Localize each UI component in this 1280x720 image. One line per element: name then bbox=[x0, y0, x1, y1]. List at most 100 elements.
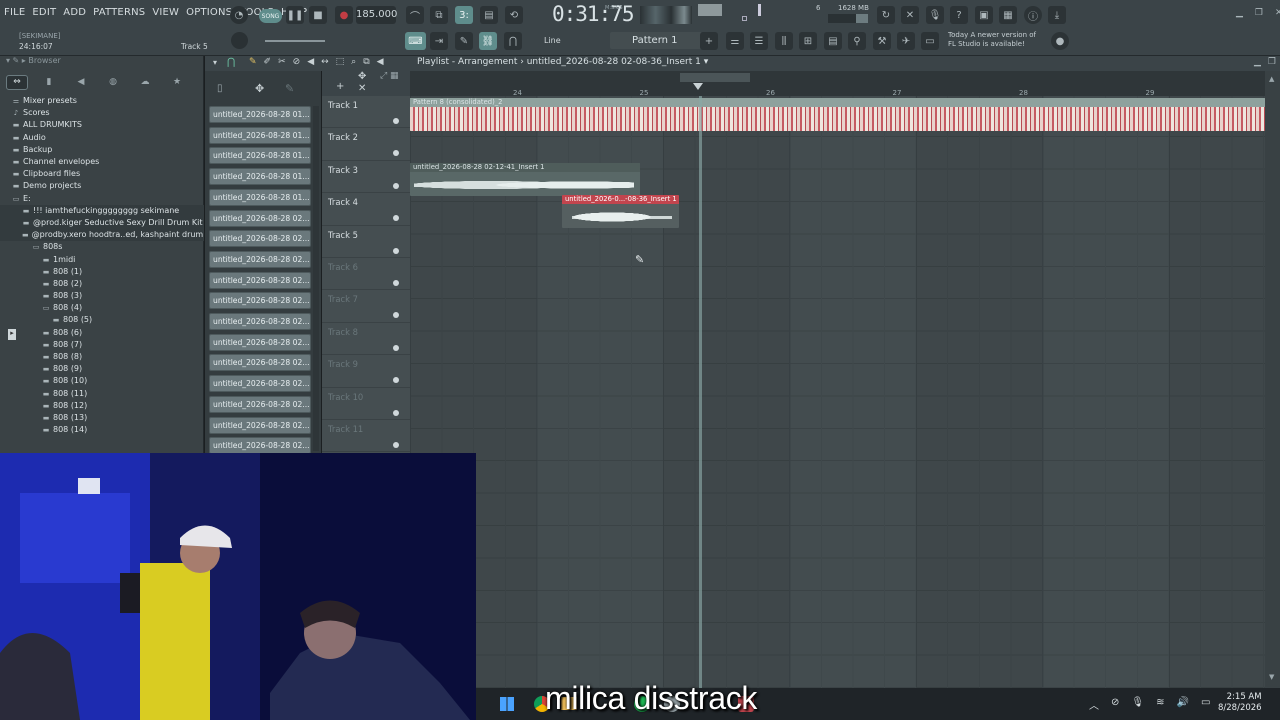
cloud-tab-icon[interactable]: ☁ bbox=[134, 75, 156, 90]
menu-item-view[interactable]: VIEW bbox=[152, 7, 179, 18]
clip-insert-track-3[interactable]: untitled_2026-08-28 02-12-41_Insert 1 bbox=[410, 163, 640, 196]
plugin-icon[interactable]: ▦ bbox=[999, 6, 1017, 24]
horizontal-scroll-thumb[interactable] bbox=[680, 73, 750, 82]
browser-item[interactable]: ▬ Audio bbox=[0, 132, 204, 144]
pattern-selector[interactable]: Pattern 1 bbox=[610, 32, 702, 49]
remove-icon[interactable]: ✕ bbox=[358, 83, 366, 94]
picker-clip[interactable]: untitled_2026-08-28 02... bbox=[209, 230, 311, 248]
picker-clip[interactable]: untitled_2026-08-28 02... bbox=[209, 354, 311, 372]
channel-rack-icon[interactable]: ⚌ bbox=[726, 32, 744, 50]
track-mute-led[interactable] bbox=[393, 442, 399, 448]
browser-item[interactable]: ▭ 808 (4) bbox=[0, 302, 204, 314]
browser-item[interactable]: ▬ Channel envelopes bbox=[0, 156, 204, 168]
paint-icon[interactable]: ✎ bbox=[455, 32, 473, 50]
browser-item[interactable]: ▬ 808 (11) bbox=[0, 388, 204, 400]
browser-item[interactable]: ▬ 808 (3) bbox=[0, 290, 204, 302]
zoom-arrows-icon[interactable]: ✥ bbox=[358, 71, 366, 82]
tray-app-icon[interactable]: ⊘ bbox=[1111, 697, 1119, 712]
tray-chevron-icon[interactable]: ︿ bbox=[1089, 697, 1099, 712]
picker-clip[interactable]: untitled_2026-08-28 01... bbox=[209, 106, 311, 123]
piano-roll-icon[interactable]: ☰ bbox=[750, 32, 768, 50]
browser-item[interactable]: ▬ 808 (8) bbox=[0, 351, 204, 363]
delete-tool-icon[interactable]: ✂ bbox=[278, 57, 286, 67]
master-volume-slider[interactable] bbox=[698, 4, 722, 16]
select-tool-icon[interactable]: ⬚ bbox=[336, 57, 345, 67]
audition-tool-icon[interactable]: ◀ bbox=[377, 57, 384, 67]
countdown-icon[interactable]: 3: bbox=[455, 6, 473, 24]
snap-mode-select[interactable]: Line bbox=[534, 34, 604, 48]
track-header[interactable]: Track 4 bbox=[322, 193, 410, 226]
metronome-icon[interactable]: ⌒ bbox=[406, 6, 424, 24]
pause-icon[interactable]: ❚❚ bbox=[286, 6, 304, 24]
picker-clip[interactable]: untitled_2026-08-28 01... bbox=[209, 126, 311, 144]
track-header[interactable]: Track 2 bbox=[322, 128, 410, 161]
browser-item[interactable]: ▬ Clipboard files bbox=[0, 168, 204, 180]
step-edit-icon[interactable]: ⇥ bbox=[430, 32, 448, 50]
shop-icon[interactable]: ▭ bbox=[921, 32, 939, 50]
help-icon[interactable]: ? bbox=[950, 6, 968, 24]
playback-tool-icon[interactable]: ⧉ bbox=[363, 57, 369, 67]
picker-tools-icon[interactable]: ✥ bbox=[255, 82, 264, 95]
picker-clip[interactable]: untitled_2026-08-28 02... bbox=[209, 437, 311, 453]
picker-clip[interactable]: untitled_2026-08-28 02... bbox=[209, 313, 311, 330]
playhead-marker-icon[interactable] bbox=[693, 83, 703, 90]
news-panel[interactable]: Today A newer version of FL Studio is av… bbox=[948, 31, 1036, 49]
wait-input-icon[interactable]: ⧉ bbox=[430, 6, 448, 24]
browser-toggle-icon[interactable]: ⊞ bbox=[799, 32, 817, 50]
clip-pattern-8[interactable]: Pattern 8 (consolidated)_2 bbox=[410, 98, 1265, 131]
browser-item[interactable]: ▬ 1midi bbox=[0, 253, 204, 265]
picker-clip[interactable]: untitled_2026-08-28 02... bbox=[209, 416, 311, 434]
track-header[interactable]: Track 6 bbox=[322, 258, 410, 291]
browser-item[interactable]: ▬ @prodby.xero hoodtra..ed, kashpaint dru… bbox=[0, 229, 204, 242]
picker-clip[interactable]: untitled_2026-08-28 02... bbox=[209, 271, 311, 289]
scroll-up-icon[interactable]: ▲ bbox=[1269, 75, 1274, 83]
menu-item-add[interactable]: ADD bbox=[63, 7, 86, 18]
browser-item[interactable]: ▬ 808 (6) bbox=[0, 327, 204, 339]
scroll-down-icon[interactable]: ▼ bbox=[1269, 673, 1274, 681]
loop-record-icon[interactable]: ⟲ bbox=[505, 6, 523, 24]
picker-clip[interactable]: untitled_2026-08-28 02... bbox=[209, 250, 311, 268]
playlist-icon[interactable]: ▤ bbox=[824, 32, 842, 50]
magnet-snap-icon[interactable]: ⋂ bbox=[227, 57, 235, 68]
browser-menu-icon[interactable]: ▾ ✎ ▸ bbox=[6, 56, 28, 65]
track-mute-led[interactable] bbox=[393, 377, 399, 384]
mute-tool-icon[interactable]: ⊘ bbox=[293, 57, 301, 67]
browser-item[interactable]: ⚌ Mixer presets bbox=[0, 95, 204, 107]
picker-clip[interactable]: untitled_2026-08-28 02... bbox=[209, 375, 311, 393]
track-mute-led[interactable] bbox=[393, 312, 399, 319]
playlist-minimize-icon[interactable]: ▁ bbox=[1254, 57, 1261, 67]
mic-icon[interactable]: 🎙 bbox=[1131, 697, 1144, 712]
track-header[interactable]: Track 3 bbox=[322, 161, 410, 194]
volume-icon[interactable]: 🔊 bbox=[1176, 697, 1188, 712]
track-mute-led[interactable] bbox=[393, 409, 399, 416]
close-icon[interactable]: ✕ bbox=[1275, 8, 1280, 18]
arrangement-grid[interactable]: Pattern 8 (consolidated)_2 untitled_2026… bbox=[410, 96, 1265, 688]
playlist-window-controls[interactable]: ▁❐✕ bbox=[1254, 57, 1280, 67]
windows-start-icon[interactable] bbox=[500, 697, 514, 711]
song-mode-toggle[interactable]: SONG bbox=[259, 9, 282, 23]
info-icon[interactable]: ⓘ bbox=[1024, 6, 1042, 24]
browser-item[interactable]: ▬!!! iamthefuckingggggggg sekimane bbox=[0, 204, 204, 217]
draw-tool-icon[interactable]: ✎ bbox=[249, 57, 257, 67]
system-tray[interactable]: ︿ ⊘ 🎙 ≋ 🔊 ▭ bbox=[1089, 697, 1210, 712]
menu-item-file[interactable]: FILE bbox=[4, 7, 25, 18]
track-header[interactable]: Track 7 bbox=[322, 290, 410, 323]
picker-scrollbar[interactable] bbox=[313, 106, 319, 451]
picker-clip[interactable]: untitled_2026-08-28 02... bbox=[209, 395, 311, 413]
download-icon[interactable]: ⤓ bbox=[1048, 6, 1066, 24]
browser-item[interactable]: ▬ Demo projects bbox=[0, 180, 204, 192]
track-mute-led[interactable] bbox=[393, 215, 399, 222]
plugin-picker-icon[interactable]: ⚲ bbox=[848, 32, 866, 50]
picker-clip[interactable]: untitled_2026-08-28 01... bbox=[209, 188, 311, 206]
picker-clip[interactable]: untitled_2026-08-28 02... bbox=[209, 292, 311, 310]
tools-icon[interactable]: ⚒ bbox=[873, 32, 891, 50]
picker-edit-icon[interactable]: ✎ bbox=[285, 82, 294, 95]
minimize-icon[interactable]: ▁ bbox=[1236, 8, 1243, 18]
browser-item[interactable]: ▭ E: bbox=[0, 193, 204, 205]
browser-item[interactable]: ▬ Backup bbox=[0, 144, 204, 156]
track-header[interactable]: Track 5 bbox=[322, 226, 410, 258]
wifi-icon[interactable]: ≋ bbox=[1156, 697, 1164, 712]
track-mute-led[interactable] bbox=[393, 182, 399, 189]
browser-item[interactable]: ▬ 808 (2) bbox=[0, 278, 204, 290]
track-header[interactable]: Track 9 bbox=[322, 355, 410, 388]
